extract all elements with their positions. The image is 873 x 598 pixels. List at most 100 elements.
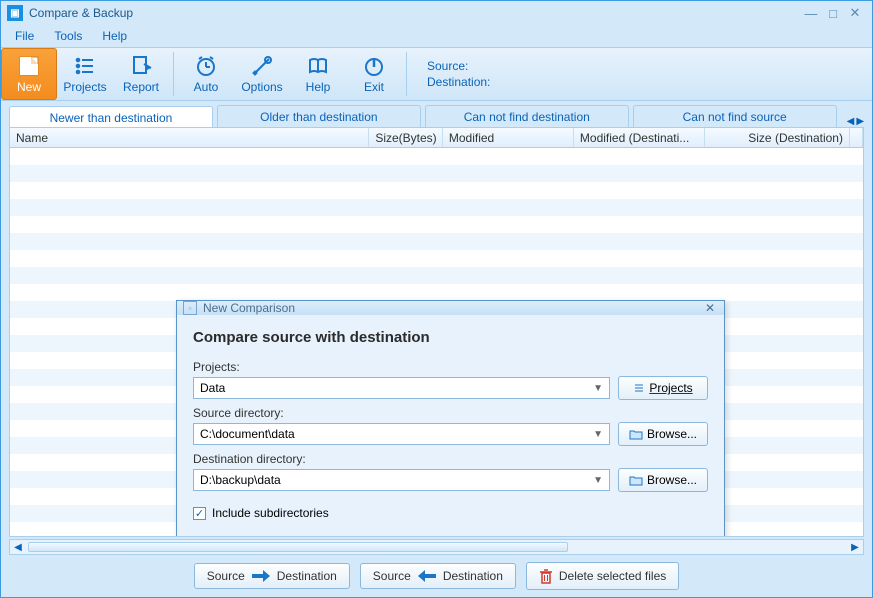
destination-label: Destination:	[427, 74, 490, 90]
delete-selected-button[interactable]: Delete selected files	[526, 562, 679, 590]
new-label: New	[17, 80, 41, 94]
tools-icon	[250, 54, 274, 78]
dialog-title: New Comparison	[203, 301, 702, 315]
dialog-icon: ▫	[183, 301, 197, 315]
dest-directory-value: D:\backup\data	[200, 473, 281, 487]
dialog-heading: Compare source with destination	[193, 329, 708, 346]
bottom-bar: Source Destination Source Destination De…	[1, 559, 872, 593]
options-button[interactable]: Options	[234, 48, 290, 100]
dest-field-label: Destination directory:	[193, 452, 708, 466]
exit-label: Exit	[364, 80, 384, 94]
dest-directory-combo[interactable]: D:\backup\data ▼	[193, 469, 610, 491]
chevron-down-icon: ▼	[593, 383, 603, 394]
exit-button[interactable]: Exit	[346, 48, 402, 100]
scroll-right-icon[interactable]: ▶	[847, 542, 863, 553]
browse-source-button[interactable]: Browse...	[618, 422, 708, 446]
toolbar-divider-2	[406, 52, 407, 96]
close-window-button[interactable]: ✕	[844, 5, 866, 21]
include-subdirs-row[interactable]: ✓ Include subdirectories	[193, 506, 708, 520]
dialog-close-icon[interactable]: ✕	[702, 301, 718, 315]
scroll-left-icon[interactable]: ◀	[10, 542, 26, 553]
dest-label-2: Destination	[443, 569, 503, 583]
col-name[interactable]: Name	[10, 128, 369, 147]
arrow-right-icon	[251, 569, 271, 583]
toolbar: New Projects Report Auto Options	[1, 47, 872, 101]
new-comparison-dialog: ▫ New Comparison ✕ Compare source with d…	[176, 300, 725, 537]
horizontal-scrollbar[interactable]: ◀ ▶	[9, 539, 864, 555]
col-modified[interactable]: Modified	[443, 128, 574, 147]
source-directory-value: C:\document\data	[200, 427, 295, 441]
tabstrip: Newer than destination Older than destin…	[1, 103, 872, 127]
report-icon	[129, 54, 153, 78]
trash-icon	[539, 568, 553, 584]
list-small-icon	[633, 382, 645, 394]
titlebar: ▣ Compare & Backup — □ ✕	[1, 1, 872, 25]
auto-label: Auto	[194, 80, 219, 94]
browse-dest-button[interactable]: Browse...	[618, 468, 708, 492]
tab-newer[interactable]: Newer than destination	[9, 106, 213, 128]
new-icon	[17, 54, 41, 78]
folder-icon	[629, 429, 643, 440]
projects-field-label: Projects:	[193, 360, 708, 374]
maximize-button[interactable]: □	[822, 5, 844, 21]
tab-no-destination[interactable]: Can not find destination	[425, 105, 629, 127]
help-button[interactable]: Help	[290, 48, 346, 100]
source-field-label: Source directory:	[193, 406, 708, 420]
window-title: Compare & Backup	[29, 6, 800, 20]
chevron-down-icon: ▼	[593, 475, 603, 486]
src-label: Source	[207, 569, 245, 583]
report-label: Report	[123, 80, 159, 94]
clock-icon	[194, 54, 218, 78]
new-button[interactable]: New	[1, 48, 57, 100]
col-size[interactable]: Size(Bytes)	[369, 128, 443, 147]
source-directory-combo[interactable]: C:\document\data ▼	[193, 423, 610, 445]
path-info: Source: Destination:	[411, 58, 490, 90]
dest-label: Destination	[277, 569, 337, 583]
copy-source-to-dest-button[interactable]: Source Destination	[194, 563, 350, 589]
tab-next-icon[interactable]: ▶	[856, 116, 864, 127]
projects-button[interactable]: Projects	[57, 48, 113, 100]
grid-header: Name Size(Bytes) Modified Modified (Dest…	[10, 128, 863, 148]
copy-dest-to-source-button[interactable]: Source Destination	[360, 563, 516, 589]
help-label: Help	[306, 80, 331, 94]
menu-help[interactable]: Help	[94, 27, 135, 45]
power-icon	[362, 54, 386, 78]
scroll-thumb[interactable]	[28, 542, 568, 552]
arrow-left-icon	[417, 569, 437, 583]
col-extra[interactable]	[850, 128, 863, 147]
checkbox-icon: ✓	[193, 507, 206, 520]
results-grid: Name Size(Bytes) Modified Modified (Dest…	[9, 127, 864, 537]
book-icon	[306, 54, 330, 78]
source-label: Source:	[427, 58, 490, 74]
toolbar-divider	[173, 52, 174, 96]
delete-label: Delete selected files	[559, 569, 666, 583]
chevron-down-icon: ▼	[593, 429, 603, 440]
browse-dest-label: Browse...	[647, 473, 697, 487]
report-button[interactable]: Report	[113, 48, 169, 100]
menubar: File Tools Help	[1, 25, 872, 47]
dialog-titlebar: ▫ New Comparison ✕	[177, 301, 724, 315]
projects-value: Data	[200, 381, 225, 395]
dialog-body: Compare source with destination Projects…	[177, 315, 724, 537]
tab-no-source[interactable]: Can not find source	[633, 105, 837, 127]
col-size-dest[interactable]: Size (Destination)	[705, 128, 850, 147]
menu-file[interactable]: File	[7, 27, 42, 45]
menu-tools[interactable]: Tools	[46, 27, 90, 45]
include-subdirs-label: Include subdirectories	[212, 506, 329, 520]
folder-icon	[629, 475, 643, 486]
src-label-2: Source	[373, 569, 411, 583]
options-label: Options	[241, 80, 282, 94]
auto-button[interactable]: Auto	[178, 48, 234, 100]
tab-nav: ◀ ▶	[841, 116, 864, 127]
col-modified-dest[interactable]: Modified (Destinati...	[574, 128, 705, 147]
projects-combo[interactable]: Data ▼	[193, 377, 610, 399]
projects-label: Projects	[63, 80, 106, 94]
list-icon	[73, 54, 97, 78]
app-icon: ▣	[7, 5, 23, 21]
tab-older[interactable]: Older than destination	[217, 105, 421, 127]
projects-manage-button[interactable]: Projects	[618, 376, 708, 400]
tab-prev-icon[interactable]: ◀	[847, 116, 855, 127]
projects-btn-label: Projects	[649, 381, 692, 395]
minimize-button[interactable]: —	[800, 5, 822, 21]
main-window: ▣ Compare & Backup — □ ✕ File Tools Help…	[0, 0, 873, 598]
